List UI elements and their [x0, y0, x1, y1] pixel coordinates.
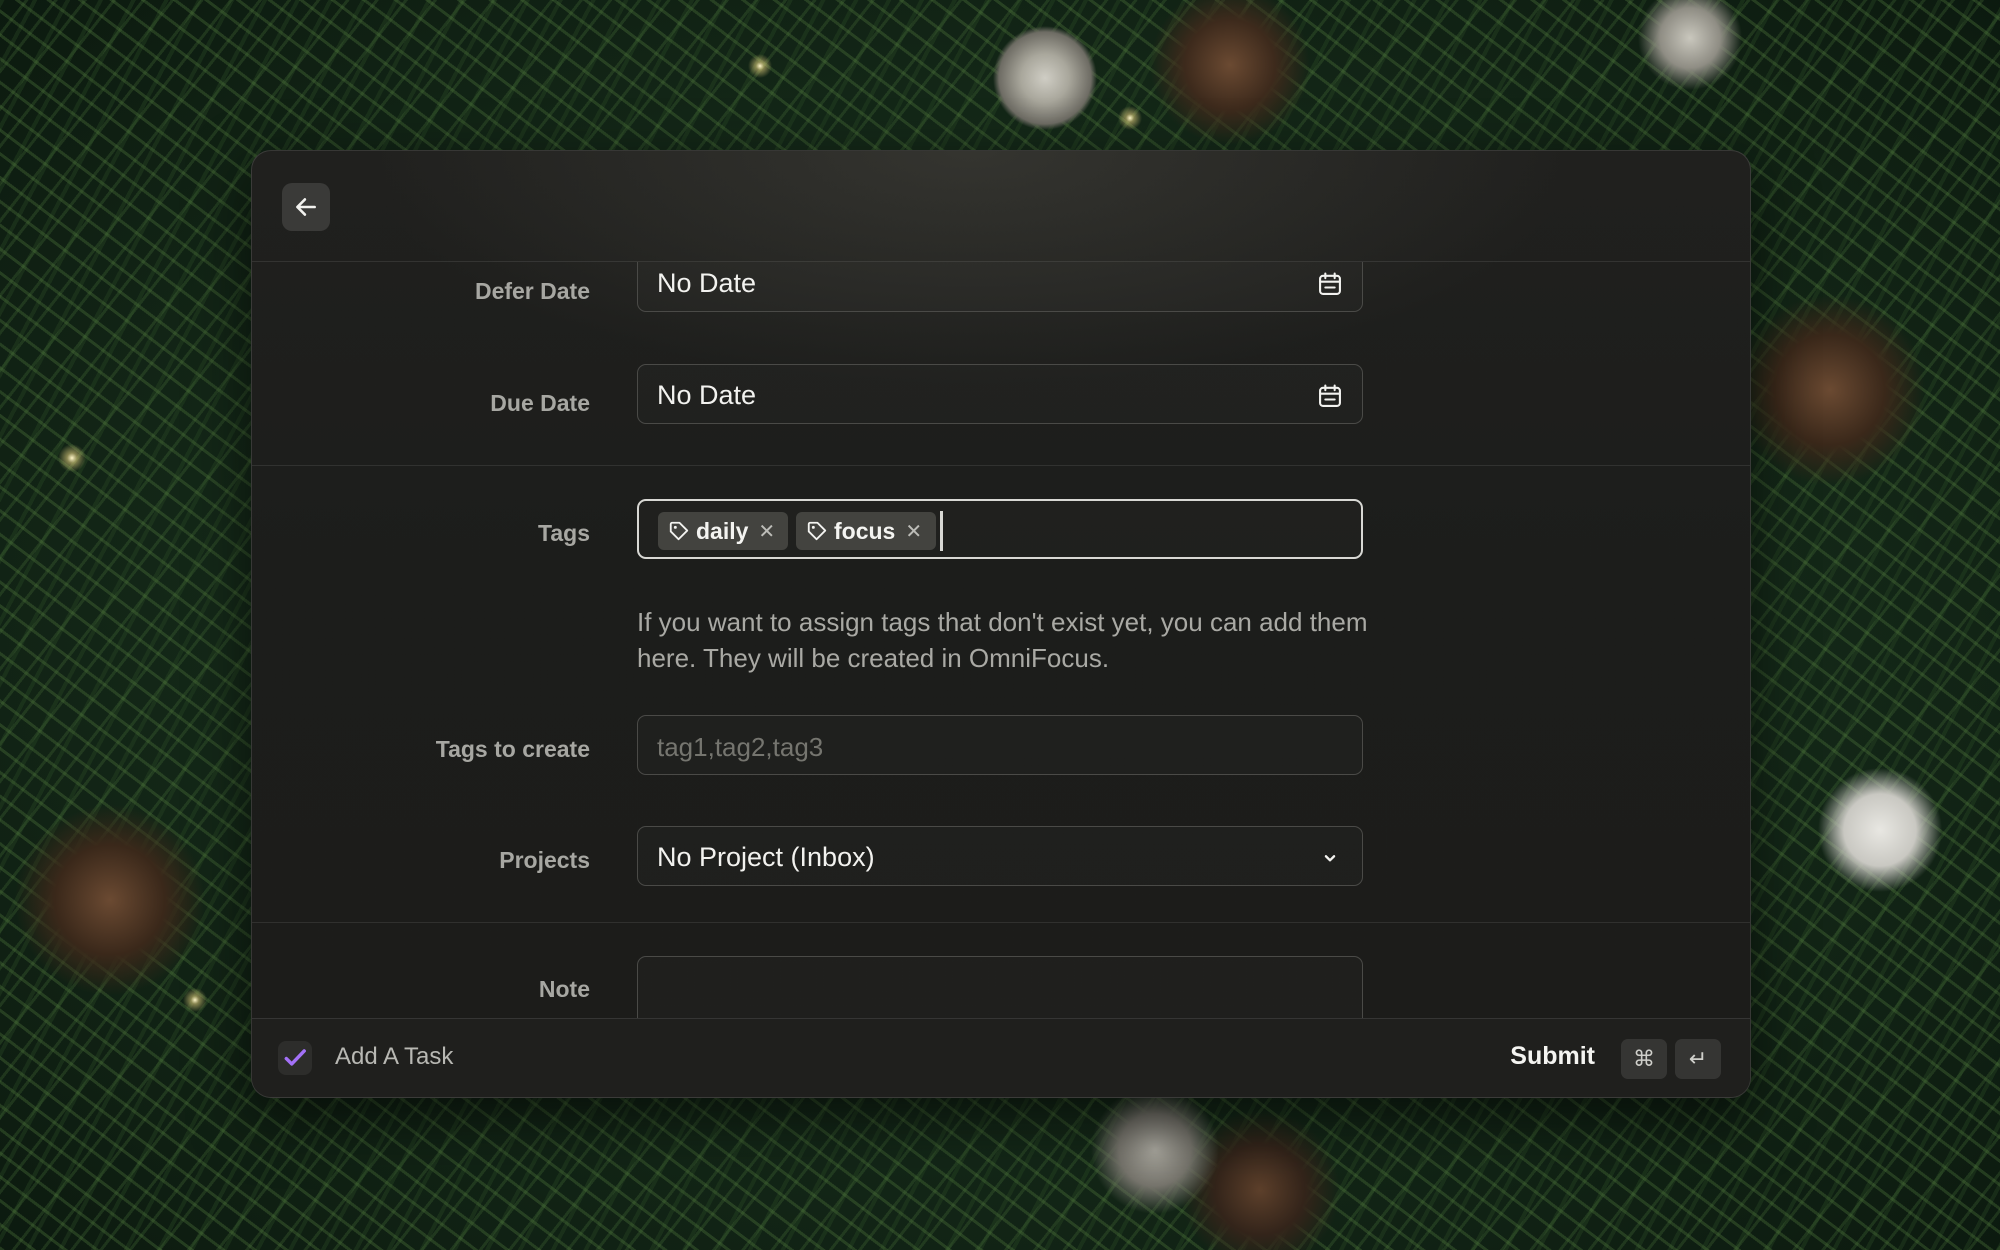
- due-date-value: No Date: [657, 380, 757, 410]
- note-label: Note: [538, 976, 590, 1002]
- projects-label: Projects: [499, 847, 590, 873]
- tags-help-text: If you want to assign tags that don't ex…: [637, 607, 1368, 673]
- arrow-left-icon: [296, 198, 316, 216]
- action-bar: Add A Task Submit ⌘ ↵: [252, 1018, 1750, 1097]
- app-icon: [278, 1041, 312, 1075]
- chevron-down-icon: [1324, 855, 1336, 862]
- add-task-window: Defer Date No Date Due Date No Date Tags…: [251, 150, 1751, 1098]
- back-button[interactable]: [282, 183, 330, 231]
- due-date-label: Due Date: [490, 390, 590, 416]
- remove-tag-button[interactable]: ✕: [905, 519, 922, 544]
- projects-select[interactable]: No Project (Inbox): [637, 826, 1363, 886]
- section-divider: [252, 465, 1750, 466]
- due-date-field[interactable]: No Date: [637, 364, 1363, 424]
- text-cursor: [940, 511, 943, 551]
- calendar-icon[interactable]: [1316, 382, 1344, 410]
- defer-date-value: No Date: [657, 268, 757, 298]
- return-key-icon: ↵: [1675, 1039, 1721, 1079]
- tags-input[interactable]: daily ✕ focus ✕: [637, 499, 1363, 559]
- section-divider: [252, 922, 1750, 923]
- tag-chip-daily: daily ✕: [658, 512, 788, 550]
- note-textarea[interactable]: [637, 956, 1363, 1019]
- defer-date-label: Defer Date: [474, 278, 590, 304]
- tags-to-create-label: Tags to create: [435, 736, 590, 762]
- checkmark-icon: [284, 1049, 306, 1066]
- tag-chip-focus: focus ✕: [796, 512, 936, 550]
- tag-icon: [807, 521, 827, 541]
- tag-chip-label: focus: [834, 517, 896, 544]
- defer-date-field[interactable]: No Date: [637, 262, 1363, 312]
- tags-to-create-placeholder: tag1,tag2,tag3: [657, 732, 824, 762]
- tag-chip-label: daily: [696, 517, 749, 544]
- window-header: [252, 151, 1750, 262]
- command-key-icon: ⌘: [1621, 1039, 1667, 1079]
- projects-value: No Project (Inbox): [657, 842, 875, 872]
- calendar-icon[interactable]: [1316, 270, 1344, 298]
- form-scroll-area[interactable]: Defer Date No Date Due Date No Date Tags…: [252, 262, 1750, 1019]
- submit-button[interactable]: Submit: [1510, 1042, 1595, 1071]
- remove-tag-button[interactable]: ✕: [758, 519, 775, 544]
- command-title: Add A Task: [335, 1043, 454, 1070]
- tags-to-create-input[interactable]: tag1,tag2,tag3: [637, 715, 1363, 775]
- tag-icon: [669, 521, 689, 541]
- tags-label: Tags: [538, 520, 590, 546]
